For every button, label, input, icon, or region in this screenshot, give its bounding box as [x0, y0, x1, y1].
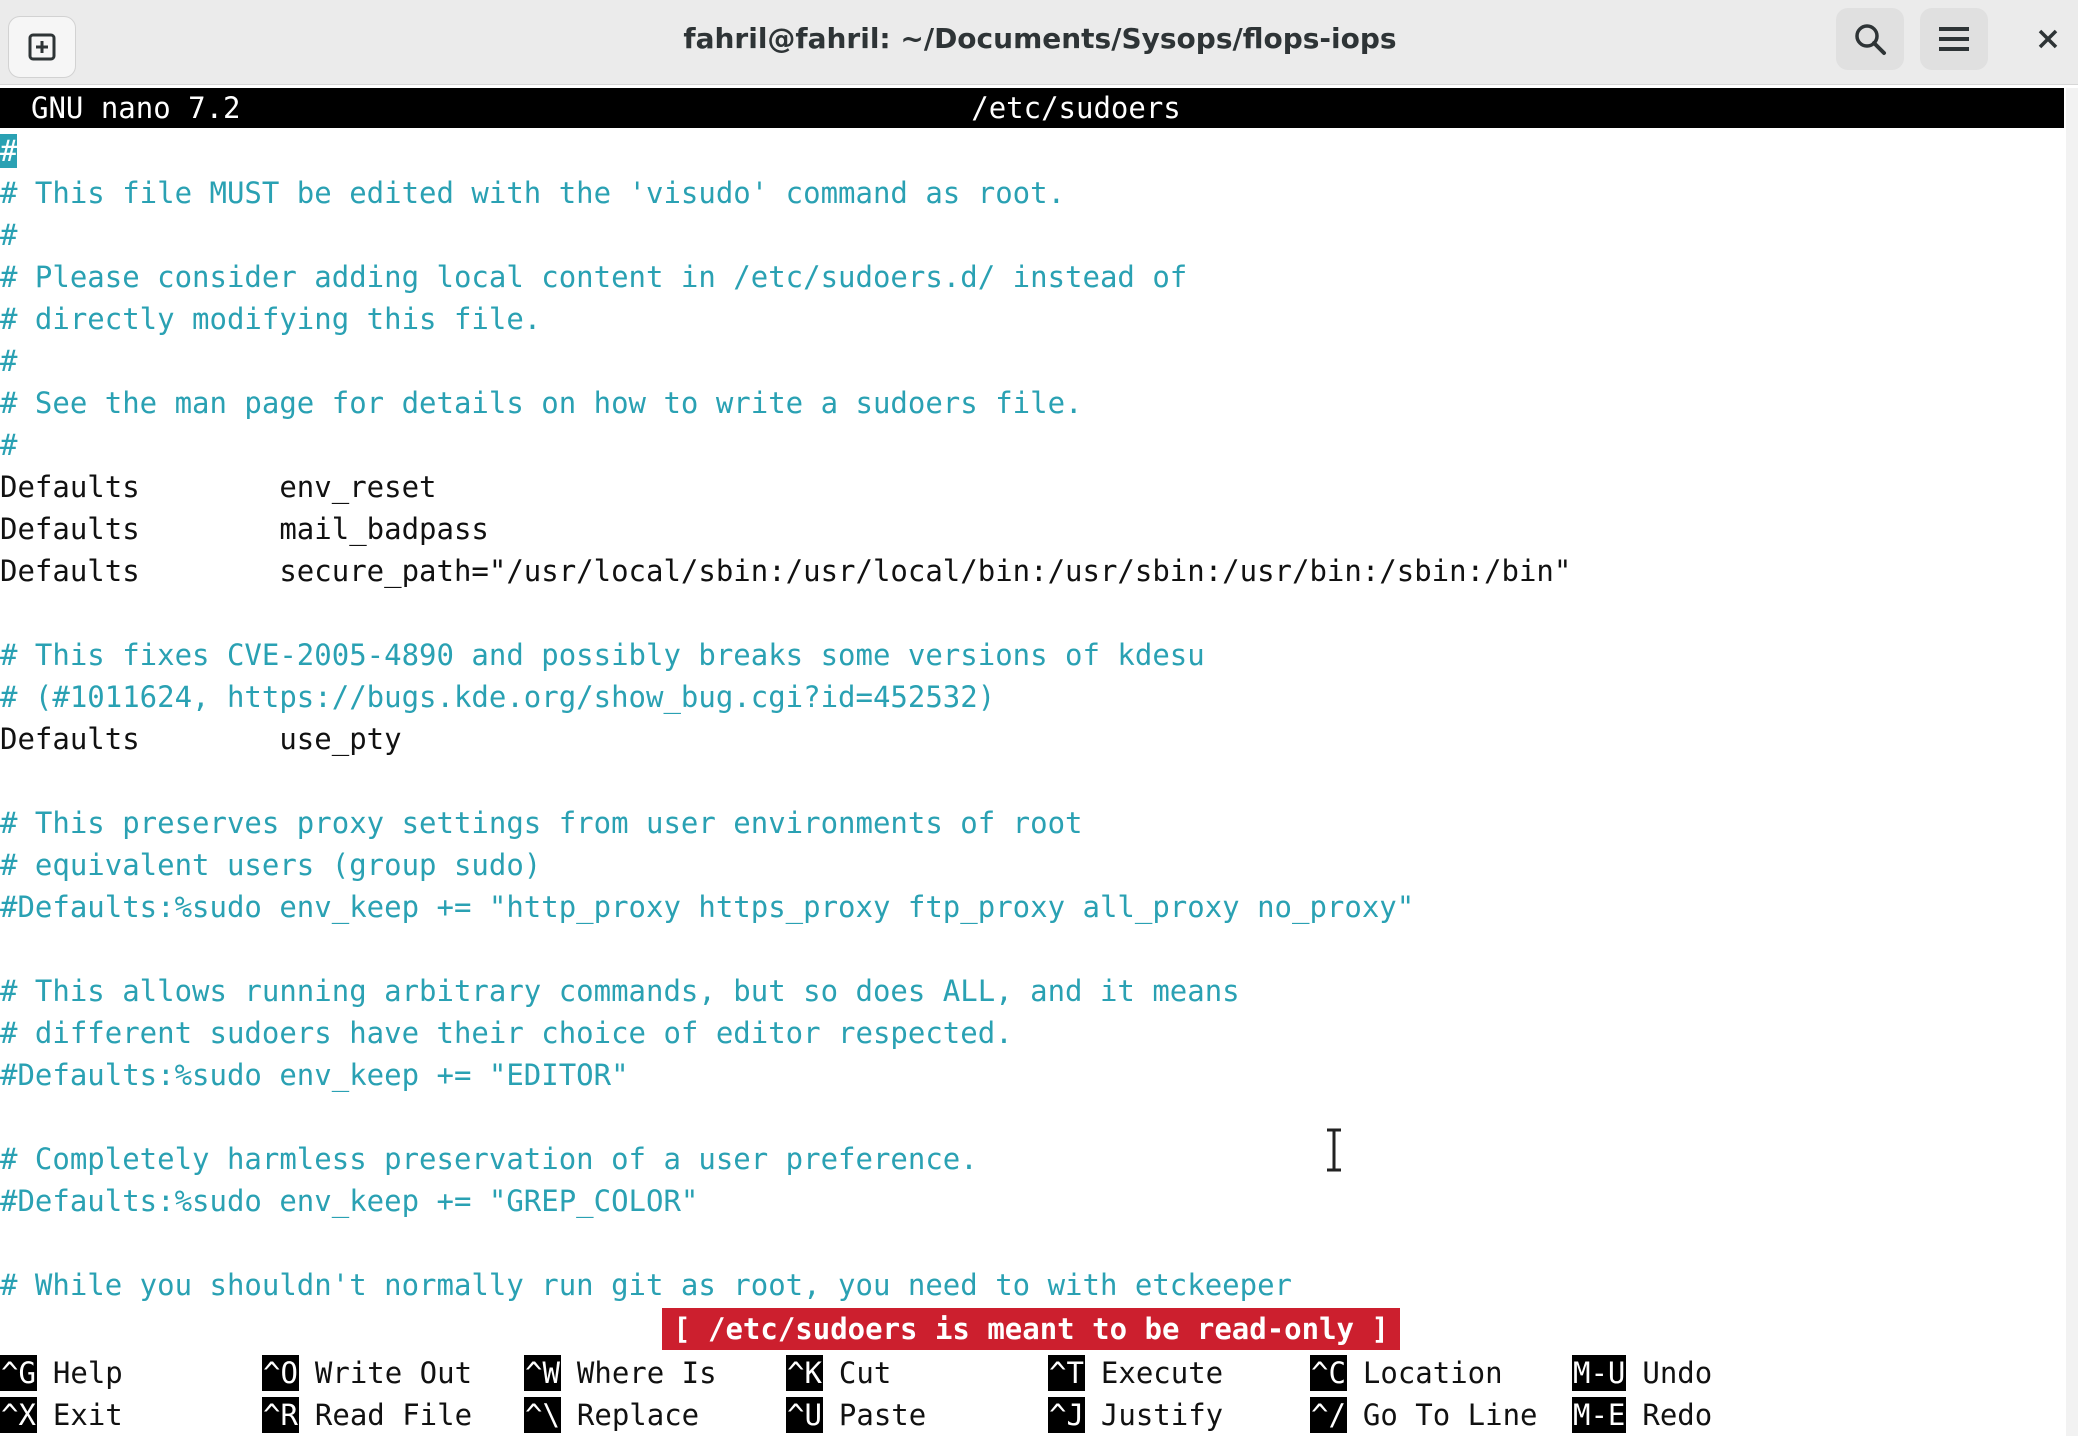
shortcut-label: Go To Line: [1362, 1398, 1538, 1432]
shortcut-item: ^X Exit: [0, 1394, 123, 1436]
editor-line: # different sudoers have their choice of…: [0, 1016, 1013, 1050]
editor-line: Defaults mail_badpass: [0, 512, 489, 546]
nano-title-bar: GNU nano 7.2 /etc/sudoers: [0, 88, 2064, 128]
new-tab-icon: [28, 33, 56, 61]
text-cursor: #: [0, 134, 18, 168]
editor-line: #: [0, 218, 18, 252]
status-message: [ /etc/sudoers is meant to be read-only …: [662, 1308, 1400, 1350]
header-bar: fahril@fahril: ~/Documents/Sysops/flops-…: [0, 0, 2078, 85]
editor-line: # This allows running arbitrary commands…: [0, 974, 1240, 1008]
shortcut-key: ^C: [1310, 1355, 1347, 1391]
editor-line: #: [0, 428, 18, 462]
shortcut-key: ^K: [786, 1355, 823, 1391]
terminal-window: fahril@fahril: ~/Documents/Sysops/flops-…: [0, 0, 2078, 1436]
shortcut-label: Cut: [838, 1356, 892, 1390]
shortcut-label: Replace: [576, 1398, 700, 1432]
editor-line: Defaults use_pty: [0, 722, 402, 756]
shortcut-key: ^T: [1048, 1355, 1085, 1391]
shortcut-label: Undo: [1642, 1356, 1713, 1390]
shortcut-item: ^K Cut: [786, 1352, 891, 1394]
editor-line: # directly modifying this file.: [0, 302, 542, 336]
shortcut-key: M-U: [1572, 1355, 1627, 1391]
shortcut-label: Paste: [838, 1398, 927, 1432]
shortcut-key: ^/: [1310, 1397, 1347, 1433]
editor-line: # Please consider adding local content i…: [0, 260, 1188, 294]
shortcut-item: ^W Where Is: [524, 1352, 717, 1394]
editor-line: Defaults secure_path="/usr/local/sbin:/u…: [0, 554, 1572, 588]
shortcut-key: ^G: [0, 1355, 37, 1391]
shortcut-key: ^R: [262, 1397, 299, 1433]
shortcut-key: ^X: [0, 1397, 37, 1433]
shortcut-item: ^J Justify: [1048, 1394, 1223, 1436]
editor-line: # While you shouldn't normally run git a…: [0, 1268, 1293, 1302]
shortcut-item: ^C Location: [1310, 1352, 1503, 1394]
shortcut-item: ^T Execute: [1048, 1352, 1223, 1394]
shortcut-key: ^J: [1048, 1397, 1085, 1433]
editor-line: # Completely harmless preservation of a …: [0, 1142, 978, 1176]
shortcut-label: Where Is: [576, 1356, 717, 1390]
hamburger-menu-icon: [1939, 27, 1969, 51]
editor-line: #: [0, 130, 2070, 172]
shortcut-label: Redo: [1642, 1398, 1713, 1432]
shortcut-key: ^O: [262, 1355, 299, 1391]
main-menu-button[interactable]: [1920, 8, 1988, 70]
scrollbar[interactable]: [2066, 88, 2078, 1436]
shortcut-key: ^\: [524, 1397, 561, 1433]
shortcut-key: ^U: [786, 1397, 823, 1433]
text-cursor-icon: [1327, 1128, 1341, 1172]
close-icon: [2038, 29, 2058, 49]
editor-line: # See the man page for details on how to…: [0, 386, 1083, 420]
editor-line: # (#1011624, https://bugs.kde.org/show_b…: [0, 680, 996, 714]
shortcut-label: Execute: [1100, 1356, 1224, 1390]
shortcut-item: ^\ Replace: [524, 1394, 699, 1436]
editor-line: # This fixes CVE-2005-4890 and possibly …: [0, 638, 1205, 672]
editor-line: #: [0, 344, 18, 378]
shortcut-item: ^G Help: [0, 1352, 123, 1394]
search-icon: [1855, 24, 1886, 55]
close-button[interactable]: [2018, 8, 2078, 70]
shortcut-item: M-U Undo: [1572, 1352, 1712, 1394]
shortcut-item: ^U Paste: [786, 1394, 926, 1436]
shortcut-item: ^/ Go To Line: [1310, 1394, 1538, 1436]
editor-line: #Defaults:%sudo env_keep += "EDITOR": [0, 1058, 629, 1092]
terminal-area[interactable]: GNU nano 7.2 /etc/sudoers # # This file M…: [0, 88, 2078, 1436]
shortcut-bar: ^G Help ^O Write Out ^W Where Is ^K Cut ^T Execut…: [0, 1352, 2070, 1436]
editor-line: Defaults env_reset: [0, 470, 437, 504]
editor-line: #Defaults:%sudo env_keep += "http_proxy …: [0, 890, 1415, 924]
window-title: fahril@fahril: ~/Documents/Sysops/flops-…: [683, 21, 1397, 55]
editor-line: # This preserves proxy settings from use…: [0, 806, 1083, 840]
shortcut-key: ^W: [524, 1355, 561, 1391]
editor-line: #Defaults:%sudo env_keep += "GREP_COLOR": [0, 1184, 699, 1218]
editor-line: # This file MUST be edited with the 'vis…: [0, 176, 1066, 210]
nano-filename: /etc/sudoers: [971, 91, 1181, 125]
search-button[interactable]: [1836, 8, 1904, 70]
editor-line: # equivalent users (group sudo): [0, 848, 542, 882]
editor-text-area[interactable]: # # This file MUST be edited with the 'vi…: [0, 130, 2070, 1306]
new-tab-button[interactable]: [8, 16, 76, 78]
shortcut-label: Help: [52, 1356, 123, 1390]
shortcut-label: Read File: [314, 1398, 473, 1432]
shortcut-label: Location: [1362, 1356, 1503, 1390]
shortcut-item: M-E Redo: [1572, 1394, 1712, 1436]
shortcut-item: ^O Write Out: [262, 1352, 472, 1394]
shortcut-item: ^R Read File: [262, 1394, 472, 1436]
shortcut-label: Write Out: [314, 1356, 473, 1390]
shortcut-label: Exit: [52, 1398, 123, 1432]
shortcut-label: Justify: [1100, 1398, 1224, 1432]
shortcut-key: M-E: [1572, 1397, 1627, 1433]
